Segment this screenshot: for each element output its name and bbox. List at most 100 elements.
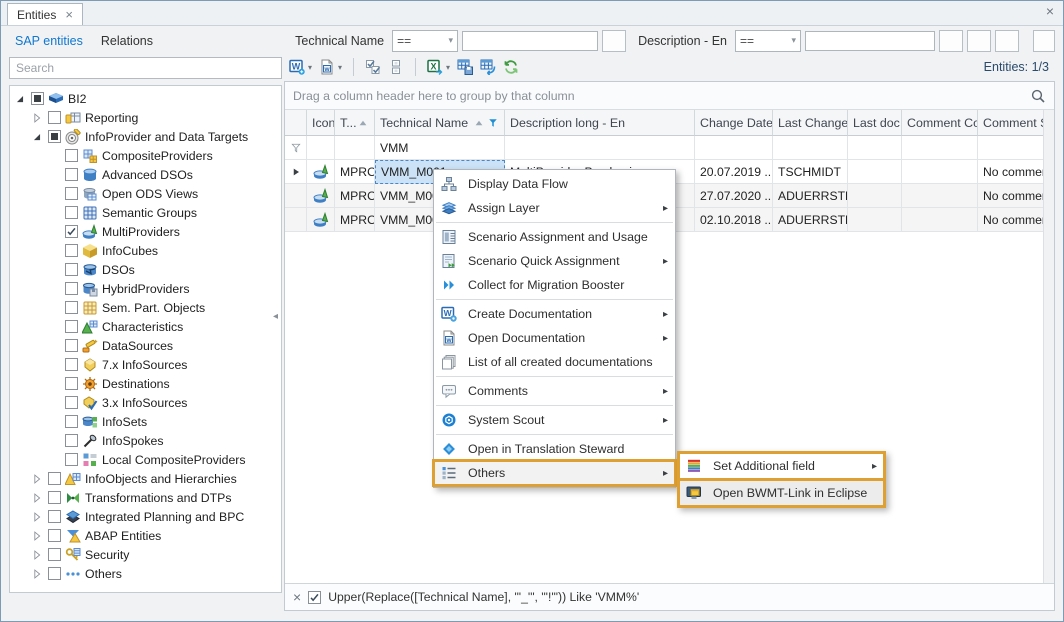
panel-close-icon[interactable]: × xyxy=(1046,4,1054,18)
column-header-last-doc[interactable]: Last doc. xyxy=(848,110,902,136)
submenu-item-open-bwmt-link-in-eclipse[interactable]: Open BWMT-Link in Eclipse xyxy=(680,478,883,505)
tree-item-integrated-planning-and-bpc[interactable]: Integrated Planning and BPC xyxy=(10,507,281,526)
menu-item-list-of-all-created-documentations[interactable]: List of all created documentations xyxy=(434,350,675,374)
tree-item-advanced-dsos[interactable]: Advanced DSOs xyxy=(10,165,281,184)
menu-item-scenario-assignment-and-usage[interactable]: Scenario Assignment and Usage xyxy=(434,225,675,249)
filter-cell-comment-co[interactable] xyxy=(902,136,978,160)
search-input[interactable] xyxy=(9,57,282,79)
column-header-icon[interactable]: Icon xyxy=(307,110,335,136)
chevron-down-icon[interactable]: ▾ xyxy=(338,63,342,72)
cell-change_date[interactable]: 27.07.2020 ... xyxy=(695,184,773,208)
tree-item-infospokes[interactable]: InfoSpokes xyxy=(10,431,281,450)
chevron-down-icon[interactable]: ▾ xyxy=(446,63,450,72)
tree-item-hybridproviders[interactable]: HybridProviders xyxy=(10,279,281,298)
tree-item-infosets[interactable]: InfoSets xyxy=(10,412,281,431)
cell-type[interactable]: MPRO xyxy=(335,160,375,184)
checkbox-unchecked[interactable] xyxy=(48,472,61,485)
splitter-collapse-icon[interactable]: ◂ xyxy=(273,311,278,322)
checkbox-unchecked[interactable] xyxy=(65,453,78,466)
tree-item-bi2[interactable]: BI2 xyxy=(10,89,281,108)
tree-item-local-compositeproviders[interactable]: Local CompositeProviders xyxy=(10,450,281,469)
column-header-change-date[interactable]: Change Date xyxy=(695,110,773,136)
checkbox-indeterminate[interactable] xyxy=(48,130,61,143)
checkbox-unchecked[interactable] xyxy=(65,263,78,276)
uncheck-all-button[interactable] xyxy=(385,54,407,80)
tree-item-sem-part-objects[interactable]: Sem. Part. Objects xyxy=(10,298,281,317)
checkbox-unchecked[interactable] xyxy=(65,168,78,181)
filter-cell-last-change[interactable] xyxy=(773,136,848,160)
column-header-comment-sta[interactable]: Comment Sta... xyxy=(978,110,1044,136)
filter-enabled-checkbox[interactable] xyxy=(308,591,321,604)
column-header-t[interactable]: T... xyxy=(335,110,375,136)
tree-item-3-x-infosources[interactable]: 3.x InfoSources xyxy=(10,393,281,412)
refresh-button[interactable] xyxy=(500,54,522,80)
cell-comment_status[interactable]: No comment xyxy=(978,208,1044,232)
checkbox-unchecked[interactable] xyxy=(65,339,78,352)
table-save-button[interactable] xyxy=(454,54,476,80)
menu-item-assign-layer[interactable]: Assign Layer▸ xyxy=(434,196,675,220)
cell-change_date[interactable]: 02.10.2018 ... xyxy=(695,208,773,232)
checkbox-unchecked[interactable] xyxy=(65,434,78,447)
checkbox-unchecked[interactable] xyxy=(48,491,61,504)
menu-item-collect-for-migration-booster[interactable]: Collect for Migration Booster xyxy=(434,273,675,297)
tree-item-transformations-and-dtps[interactable]: Transformations and DTPs xyxy=(10,488,281,507)
tree-item-characteristics[interactable]: Characteristics xyxy=(10,317,281,336)
expand-icon[interactable] xyxy=(30,472,44,486)
cell-last_changed_by[interactable]: TSCHMIDT xyxy=(773,160,848,184)
tree-item-abap-entities[interactable]: ABAP Entities xyxy=(10,526,281,545)
submenu-item-set-additional-field[interactable]: Set Additional field▸ xyxy=(680,454,883,478)
filter-cell-technical-name[interactable]: VMM xyxy=(375,136,505,160)
expand-icon[interactable] xyxy=(30,491,44,505)
tab-entities[interactable]: Entities × xyxy=(7,3,83,25)
technical-name-apply-filter-button[interactable] xyxy=(602,30,626,52)
checkbox-unchecked[interactable] xyxy=(65,415,78,428)
custom-filter-dialog-button[interactable] xyxy=(967,30,991,52)
tab-close-icon[interactable]: × xyxy=(65,8,73,21)
tree-item-compositeproviders[interactable]: CompositeProviders xyxy=(10,146,281,165)
tree-item-reporting[interactable]: Reporting xyxy=(10,108,281,127)
tab-sap-entities[interactable]: SAP entities xyxy=(9,30,95,52)
tree-item-security[interactable]: Security xyxy=(10,545,281,564)
search-icon[interactable] xyxy=(1030,88,1046,104)
checkbox-unchecked[interactable] xyxy=(65,301,78,314)
menu-item-display-data-flow[interactable]: Display Data Flow xyxy=(434,172,675,196)
checkbox-unchecked[interactable] xyxy=(65,187,78,200)
checkbox-unchecked[interactable] xyxy=(65,282,78,295)
technical-name-operator-select[interactable]: == ▾ xyxy=(392,30,458,52)
checkbox-indeterminate[interactable] xyxy=(31,92,44,105)
cell-last_doc[interactable] xyxy=(848,184,902,208)
column-header-technical-name[interactable]: Technical Name xyxy=(375,110,505,136)
cell-comment_co[interactable] xyxy=(902,208,978,232)
cell-comment_co[interactable] xyxy=(902,160,978,184)
filter-cell-t[interactable] xyxy=(335,136,375,160)
filter-cell-description-long-en[interactable] xyxy=(505,136,695,160)
cell-type[interactable]: MPRO xyxy=(335,184,375,208)
word-export-button[interactable]: W▾ xyxy=(286,54,315,80)
expand-icon[interactable] xyxy=(30,548,44,562)
cell-last_doc[interactable] xyxy=(848,160,902,184)
checkbox-checked[interactable] xyxy=(65,225,78,238)
description-filter-input[interactable] xyxy=(805,31,935,51)
checkbox-unchecked[interactable] xyxy=(48,529,61,542)
close-filter-icon[interactable]: × xyxy=(293,590,301,604)
cell-type[interactable]: MPRO xyxy=(335,208,375,232)
tree-item-destinations[interactable]: Destinations xyxy=(10,374,281,393)
expand-icon[interactable] xyxy=(30,111,44,125)
column-header-last-change[interactable]: Last Change... xyxy=(773,110,848,136)
cell-comment_status[interactable]: No comment xyxy=(978,160,1044,184)
tab-relations[interactable]: Relations xyxy=(95,30,165,52)
menu-item-comments[interactable]: Comments▸ xyxy=(434,379,675,403)
cell-last_doc[interactable] xyxy=(848,208,902,232)
more-filters-button[interactable] xyxy=(1033,30,1055,52)
cell-last_changed_by[interactable]: ADUERRSTEIN xyxy=(773,208,848,232)
checkbox-unchecked[interactable] xyxy=(48,510,61,523)
tree-item-infocubes[interactable]: InfoCubes xyxy=(10,241,281,260)
filter-cell-comment-sta[interactable] xyxy=(978,136,1044,160)
filter-cell-last-doc[interactable] xyxy=(848,136,902,160)
column-header-description-long-en[interactable]: Description long - En xyxy=(505,110,695,136)
vertical-scrollbar[interactable] xyxy=(1043,110,1054,583)
tree-item-open-ods-views[interactable]: Open ODS Views xyxy=(10,184,281,203)
cell-comment_co[interactable] xyxy=(902,184,978,208)
checkbox-unchecked[interactable] xyxy=(65,149,78,162)
excel-export-button[interactable]: X▾ xyxy=(424,54,453,80)
